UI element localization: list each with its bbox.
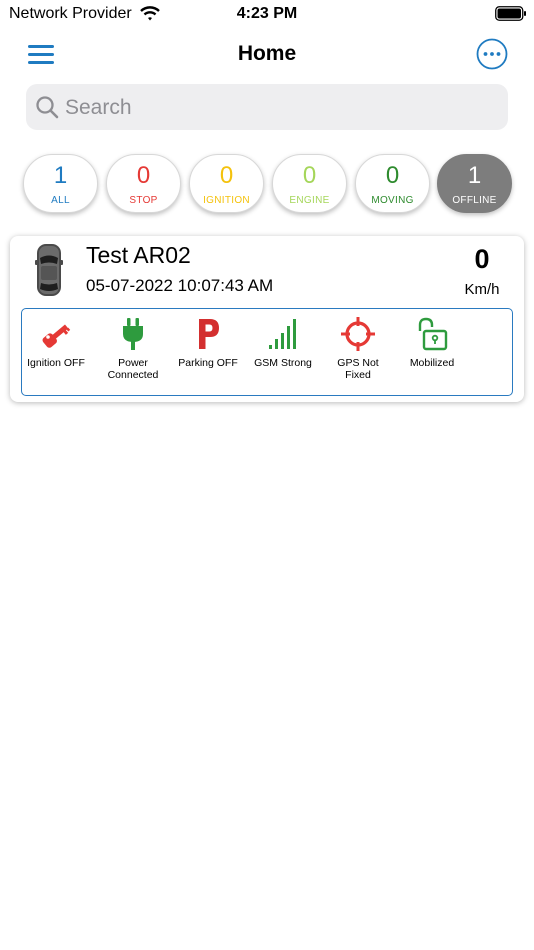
status-time: 4:23 PM [236,5,298,22]
parking-icon [199,319,219,349]
speed-unit: Km/h [464,281,500,298]
search-input[interactable]: Search [26,84,508,130]
power-indicator: Power Connected [93,317,173,381]
page-title: Home [237,42,297,65]
mobilized-indicator: Mobilized [392,317,472,369]
battery-icon [495,6,526,21]
key-icon [42,324,71,348]
speed-value: 0 [474,244,490,274]
filter-label: MOVING [371,195,414,206]
filter-offline-chip[interactable]: 1 OFFLINE [437,154,512,213]
filter-count: 0 [385,162,400,189]
search-icon [36,96,59,119]
gsm-indicator: GSM Strong [243,317,323,369]
filter-count: 0 [136,162,151,189]
search-placeholder: Search [65,96,132,119]
filter-all-chip[interactable]: 1 ALL [23,154,98,213]
gps-indicator: GPS Not Fixed [318,317,398,381]
status-indicator-panel: Ignition OFF Power Connected Parking OFF [21,308,513,396]
status-bar: Network Provider 4:23 PM [0,0,534,30]
filter-label: OFFLINE [452,195,497,206]
indicator-label: Ignition OFF [27,357,85,369]
filter-count: 1 [467,162,482,189]
filter-label: STOP [129,195,158,206]
filter-stop-chip[interactable]: 0 STOP [106,154,181,213]
filter-label: ALL [51,195,70,206]
ignition-indicator: Ignition OFF [16,317,96,369]
filter-engine-chip[interactable]: 0 ENGINE [272,154,347,213]
indicator-label: Power Connected [107,357,159,381]
signal-icon [269,319,296,349]
vehicle-name: Test AR02 [86,242,191,268]
filter-count: 1 [53,162,68,189]
car-icon [35,244,63,296]
plug-icon [123,318,143,350]
vehicle-timestamp: 05-07-2022 10:07:43 AM [86,276,274,295]
gps-crosshair-icon [341,317,375,351]
indicator-label: GSM Strong [254,357,312,369]
filter-ignition-chip[interactable]: 0 IGNITION [189,154,264,213]
filter-count: 0 [302,162,317,189]
indicator-label: GPS Not Fixed [337,357,379,381]
indicator-label: Mobilized [409,357,455,369]
filter-label: ENGINE [289,195,330,206]
navigation-bar: Home [0,32,534,76]
filter-count: 0 [219,162,234,189]
parking-indicator: Parking OFF [168,317,248,369]
filter-label: IGNITION [203,195,250,206]
filter-moving-chip[interactable]: 0 MOVING [355,154,430,213]
vehicle-card[interactable]: Test AR02 05-07-2022 10:07:43 AM 0 Km/h … [10,236,524,402]
indicator-label: Parking OFF [178,357,238,369]
unlocked-padlock-icon [418,317,448,351]
more-options-icon[interactable] [476,38,508,70]
